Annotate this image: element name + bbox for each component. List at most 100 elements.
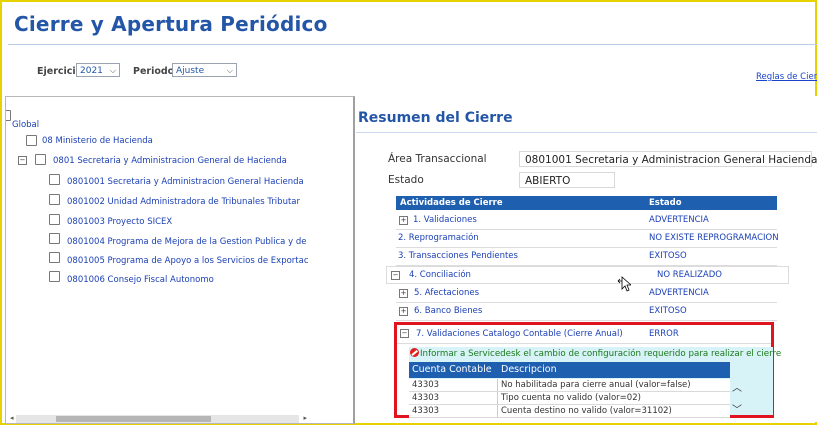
tree-item[interactable]: 0801006 Consejo Fiscal Autonomo	[49, 271, 349, 285]
reglas-de-cierre-link[interactable]: Reglas de Cierre	[756, 72, 817, 82]
tree-item[interactable]: 08 Ministerio de Hacienda	[26, 135, 326, 147]
detail-cuenta: 43303	[412, 406, 440, 416]
tree-panel: Global 08 Ministerio de Hacienda − 0801 …	[5, 96, 355, 424]
checkbox-icon[interactable]	[26, 135, 37, 146]
no-entry-icon	[410, 348, 419, 357]
tree-item[interactable]: 0801004 Programa de Mejora de la Gestion…	[49, 233, 349, 247]
move-cursor-icon	[617, 276, 631, 292]
col-estado: Estado	[649, 198, 682, 208]
detail-row: 43303 Tipo cuenta no valido (valor=02)	[409, 392, 730, 405]
activity-status: NO REALIZADO	[657, 270, 722, 280]
column-divider	[497, 379, 498, 391]
scrollbar-thumb[interactable]	[56, 416, 211, 422]
minus-box-icon[interactable]: −	[18, 156, 27, 165]
tree-root-label[interactable]: Global	[12, 120, 39, 130]
checkbox-icon[interactable]	[49, 214, 60, 225]
plus-box-icon[interactable]: +	[399, 289, 408, 298]
chevron-down-icon[interactable]: ﹀	[732, 401, 742, 416]
plus-box-icon[interactable]: +	[399, 216, 408, 225]
checkbox-icon[interactable]	[35, 154, 46, 165]
detail-descripcion: No habilitada para cierre anual (valor=f…	[501, 380, 691, 390]
minus-box-icon[interactable]: −	[400, 329, 409, 338]
checkbox-icon[interactable]	[49, 252, 60, 263]
error-highlight-box: − 7. Validaciones Catalogo Contable (Cie…	[394, 322, 781, 418]
detail-descripcion: Tipo cuenta no valido (valor=02)	[501, 393, 641, 403]
col-actividades: Actividades de Cierre	[400, 198, 503, 208]
periodo-select[interactable]: Ajuste ⌵	[172, 63, 237, 77]
activity-name: 3. Transacciones Pendientes	[398, 251, 518, 261]
detail-descripcion: Cuenta destino no valido (valor=31102)	[501, 406, 672, 416]
ejercicio-select-value: 2021	[80, 66, 103, 76]
activity-row[interactable]: − 4. Conciliación NO REALIZADO	[386, 266, 789, 284]
checkbox-icon[interactable]	[49, 174, 60, 185]
horizontal-scrollbar[interactable]: ◂ ▸	[10, 414, 307, 423]
activity-row[interactable]: 2. Reprogramación NO EXISTE REPROGRAMACI…	[396, 230, 779, 248]
chevron-up-icon[interactable]: ︿	[732, 379, 742, 394]
scroll-right-arrow-icon[interactable]: ▸	[303, 414, 307, 422]
col-descripcion: Descripcion	[501, 364, 557, 375]
periodo-select-value: Ajuste	[176, 66, 205, 76]
tree-item[interactable]: 0801005 Programa de Apoyo a los Servicio…	[49, 252, 349, 266]
tree-item-label[interactable]: 08 Ministerio de Hacienda	[42, 136, 153, 146]
error-message-text: Informar a Servicedesk el cambio de conf…	[420, 349, 782, 359]
estado-value: ABIERTO	[519, 172, 615, 188]
tree-item-label[interactable]: 0801005 Programa de Apoyo a los Servicio…	[67, 256, 309, 266]
activity-status: NO EXISTE REPROGRAMACION	[649, 233, 779, 243]
tree-item-label[interactable]: 0801006 Consejo Fiscal Autonomo	[67, 275, 214, 285]
tree-item-label[interactable]: 0801004 Programa de Mejora de la Gestion…	[67, 237, 306, 247]
activity-row[interactable]: + 1. Validaciones ADVERTENCIA	[396, 212, 777, 230]
checkbox-icon[interactable]	[49, 271, 60, 282]
activity-name: 1. Validaciones	[413, 215, 477, 225]
activity-status: EXITOSO	[649, 306, 687, 316]
activity-row[interactable]: + 6. Banco Bienes EXITOSO	[396, 303, 777, 321]
tree-item[interactable]: 0801001 Secretaria y Administracion Gene…	[49, 174, 349, 187]
tree-item-label[interactable]: 0801003 Proyecto SICEX	[67, 217, 172, 227]
organization-tree: Global 08 Ministerio de Hacienda − 0801 …	[6, 97, 353, 407]
tree-item[interactable]: 0801003 Proyecto SICEX	[49, 214, 349, 227]
activity-status: ADVERTENCIA	[649, 288, 709, 298]
summary-divider	[356, 132, 817, 133]
tree-item-label[interactable]: 0801 Secretaria y Administracion General…	[53, 156, 287, 166]
detail-row: 43303 No habilitada para cierre anual (v…	[409, 379, 730, 392]
activity-name: 6. Banco Bienes	[414, 306, 483, 316]
chevron-down-icon: ⌵	[226, 66, 233, 75]
page-title: Cierre y Apertura Periódico	[14, 12, 328, 36]
col-cuenta-contable: Cuenta Contable	[412, 364, 492, 375]
detail-cuenta: 43303	[412, 380, 440, 390]
column-divider	[497, 405, 498, 417]
plus-box-icon[interactable]: +	[399, 307, 408, 316]
detail-table-header: Cuenta Contable Descripcion	[409, 362, 730, 378]
activities-table-header: Actividades de Cierre Estado	[396, 196, 777, 210]
minus-box-icon[interactable]: −	[391, 271, 400, 280]
activity-name: 7. Validaciones Catalogo Contable (Cierr…	[416, 329, 623, 339]
estado-label: Estado	[388, 174, 424, 186]
tree-item[interactable]: 0801002 Unidad Administradora de Tribuna…	[49, 194, 349, 207]
activity-name: 5. Afectaciones	[414, 288, 480, 298]
activity-status: ERROR	[649, 329, 679, 339]
chevron-down-icon: ⌵	[109, 66, 116, 75]
activity-row[interactable]: + 5. Afectaciones ADVERTENCIA	[396, 285, 777, 303]
activity-row-error[interactable]: − 7. Validaciones Catalogo Contable (Cie…	[397, 325, 771, 344]
activity-status: ADVERTENCIA	[649, 215, 709, 225]
area-label: Área Transaccional	[388, 153, 487, 165]
summary-title: Resumen del Cierre	[358, 110, 513, 126]
error-message: Informar a Servicedesk el cambio de conf…	[410, 348, 781, 359]
activity-row[interactable]: 3. Transacciones Pendientes EXITOSO	[396, 248, 777, 266]
tree-item-label[interactable]: 0801002 Unidad Administradora de Tribuna…	[67, 197, 300, 207]
checkbox-icon[interactable]	[6, 110, 11, 121]
area-value: 0801001 Secretaria y Administracion Gene…	[519, 151, 817, 167]
ejercicio-select[interactable]: 2021 ⌵	[76, 63, 120, 77]
tree-item[interactable]: − 0801 Secretaria y Administracion Gener…	[18, 154, 348, 166]
activity-name: 2. Reprogramación	[398, 233, 479, 243]
summary-panel: Resumen del Cierre Área Transaccional 08…	[356, 96, 817, 422]
checkbox-icon[interactable]	[49, 194, 60, 205]
activity-status: EXITOSO	[649, 251, 687, 261]
activity-name: 4. Conciliación	[409, 270, 471, 280]
checkbox-icon[interactable]	[49, 233, 60, 244]
detail-cuenta: 43303	[412, 393, 440, 403]
tree-item-label[interactable]: 0801001 Secretaria y Administracion Gene…	[67, 177, 304, 187]
detail-row: 43303 Cuenta destino no valido (valor=31…	[409, 405, 730, 418]
title-divider	[8, 44, 817, 45]
column-divider	[497, 392, 498, 404]
scroll-left-arrow-icon[interactable]: ◂	[10, 414, 14, 422]
